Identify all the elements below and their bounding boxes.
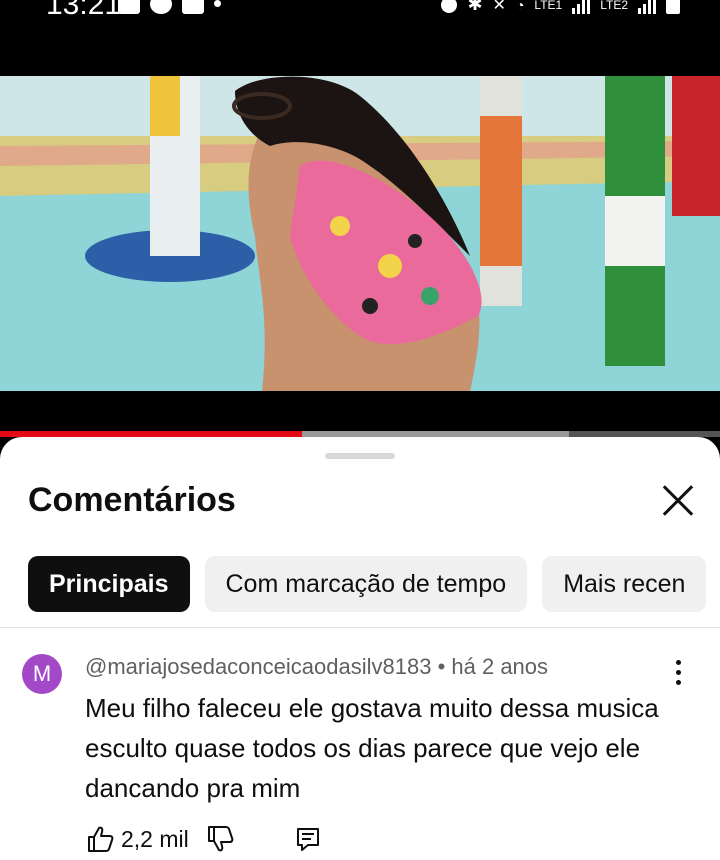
video-player[interactable] <box>0 76 720 391</box>
chip-mais-recentes[interactable]: Mais recen <box>542 556 707 612</box>
status-system-icons: ✱ ✕ ◔ LTE1 LTE2 <box>441 0 680 15</box>
status-bar: 13:21 ✱ ✕ ◔ LTE1 LTE2 <box>0 0 720 48</box>
more-vertical-icon[interactable] <box>672 660 684 688</box>
wifi-icon: ◔ <box>515 0 525 13</box>
meta-separator: • <box>437 654 446 679</box>
comments-title: Comentários <box>28 481 236 519</box>
status-time: 13:21 <box>46 0 122 21</box>
divider <box>0 627 720 628</box>
signal-icon <box>572 0 591 14</box>
sim1-label: LTE1 <box>534 0 563 12</box>
drag-handle[interactable] <box>325 453 395 459</box>
comment-meta: @mariajosedaconceicaodasilv8183 • há 2 a… <box>85 654 548 680</box>
cast-icon <box>182 0 204 14</box>
image-icon <box>118 0 140 14</box>
close-icon[interactable] <box>656 479 700 523</box>
avatar[interactable]: M <box>22 654 62 694</box>
alarm-icon <box>441 0 458 13</box>
comment-age: há 2 anos <box>451 654 549 679</box>
reply-icon[interactable] <box>293 824 323 854</box>
more-notifications-dot <box>214 0 221 7</box>
comment-author[interactable]: @mariajosedaconceicaodasilv8183 <box>85 654 431 679</box>
comment-text: Meu filho faleceu ele gostava muito dess… <box>85 693 659 803</box>
comment-filter-chips: Principais Com marcação de tempo Mais re… <box>28 556 707 612</box>
comment-actions: 2,2 mil <box>85 824 323 854</box>
comments-sheet: Comentários Principais Com marcação de t… <box>0 437 720 860</box>
chip-com-marcacao-de-tempo[interactable]: Com marcação de tempo <box>204 556 528 612</box>
chip-principais[interactable]: Principais <box>28 556 190 612</box>
video-bottom-bar <box>0 391 720 431</box>
sim2-label: LTE2 <box>600 0 628 12</box>
signal-icon-2 <box>638 0 656 14</box>
b-icon <box>150 0 172 14</box>
like-count: 2,2 mil <box>121 825 189 852</box>
status-notification-icons <box>118 0 221 14</box>
mute-icon: ✕ <box>492 0 506 14</box>
battery-icon <box>666 0 680 14</box>
bluetooth-icon: ✱ <box>467 0 483 14</box>
thumbs-up-icon[interactable] <box>85 824 115 854</box>
video-frame <box>0 76 720 391</box>
thumbs-down-icon[interactable] <box>205 824 235 854</box>
